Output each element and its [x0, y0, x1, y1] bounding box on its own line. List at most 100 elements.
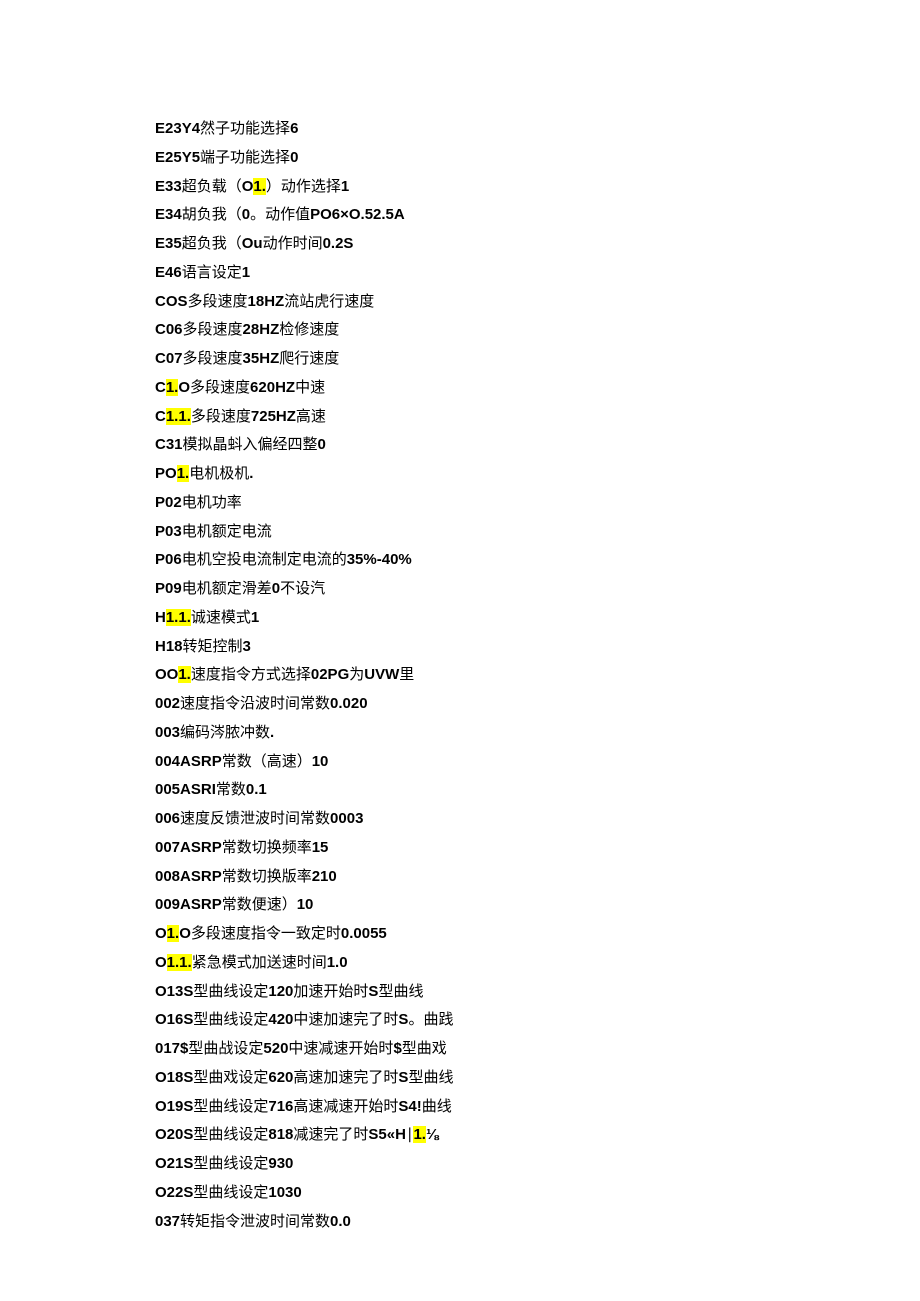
text-segment: P06 [155, 551, 182, 568]
text-line: O13S型曲线设定120加速开始时S型曲线 [155, 978, 920, 1007]
text-segment: PO [155, 465, 177, 482]
text-segment: O [155, 954, 167, 971]
text-segment: 检修速度 [279, 322, 339, 338]
text-segment: C [155, 379, 166, 396]
text-line: O20S型曲线设定818减速完了时S5«H∣1.⅛ [155, 1121, 920, 1150]
text-segment: 0.020 [330, 695, 368, 712]
document-content: E23Y4然子功能选择6E25Y5端子功能选择0E33超负载（O1.）动作选择1… [155, 115, 920, 1236]
text-line: 003编码涔脓冲数. [155, 719, 920, 748]
text-segment: 端子功能选择 [200, 150, 290, 166]
text-segment: 诚速模式 [191, 610, 251, 626]
text-line: O1.O多段速度指令一致定时0.0055 [155, 920, 920, 949]
text-line: E34胡负我（0。动作值PO6×O.52.5A [155, 201, 920, 230]
text-line: C06多段速度28HZ检修速度 [155, 316, 920, 345]
text-line: O18S型曲戏设定620高速加速完了时S型曲线 [155, 1064, 920, 1093]
text-segment: 型曲战设定 [188, 1041, 263, 1057]
text-segment: 然子功能选择 [200, 121, 290, 137]
text-segment: 420 [268, 1011, 293, 1028]
text-segment: UVW [364, 666, 399, 683]
text-segment: 0.1 [246, 781, 267, 798]
text-line: C1.1.多段速度725HZ高速 [155, 403, 920, 432]
text-segment: 520 [263, 1040, 288, 1057]
text-line: OO1.速度指令方式选择02PG为UVW里 [155, 661, 920, 690]
text-segment: 语言设定 [182, 265, 242, 281]
text-segment: 型曲戏设定 [193, 1070, 268, 1086]
text-segment: E35 [155, 235, 182, 252]
text-segment: . [270, 724, 274, 741]
text-line: PO1.电机极机. [155, 460, 920, 489]
text-segment: 速度反馈泄波时间常数 [180, 811, 330, 827]
text-line: E25Y5端子功能选择0 [155, 144, 920, 173]
text-segment: E33 [155, 178, 182, 195]
text-segment: 高速减速开始时 [293, 1099, 398, 1115]
text-segment: O21S [155, 1155, 193, 1172]
text-segment: . [249, 465, 253, 482]
text-segment: 常数 [216, 782, 246, 798]
text-segment: 1 [341, 178, 349, 195]
text-segment: 型曲线 [378, 984, 423, 1000]
text-segment: 减速完了时 [293, 1127, 368, 1143]
text-line: O22S型曲线设定1030 [155, 1179, 920, 1208]
text-segment: 1. [166, 379, 179, 396]
text-segment: 620 [268, 1069, 293, 1086]
text-segment: 高速 [296, 409, 326, 425]
text-segment: 型曲线设定 [193, 1156, 268, 1172]
text-segment: 中速 [295, 380, 325, 396]
text-segment: 电机极机 [189, 466, 249, 482]
text-line: E46语言设定1 [155, 259, 920, 288]
text-segment: 037 [155, 1213, 180, 1230]
text-line: E35超负我（Ou动作时间0.2S [155, 230, 920, 259]
text-segment: 不设汽 [280, 581, 325, 597]
text-segment: 930 [268, 1155, 293, 1172]
text-line: O19S型曲线设定716高速减速开始时S4!曲线 [155, 1093, 920, 1122]
text-line: P02电机功率 [155, 489, 920, 518]
text-segment: 009ASRP [155, 896, 222, 913]
text-segment: 。曲践 [408, 1012, 453, 1028]
text-segment: O [242, 178, 254, 195]
text-segment: 多段速度 [183, 351, 243, 367]
text-segment: P02 [155, 494, 182, 511]
text-segment: $ [393, 1040, 401, 1057]
text-segment: 电机空投电流制定电流的 [182, 552, 347, 568]
text-segment: 流站虎行速度 [284, 294, 374, 310]
text-segment: 0.2S [323, 235, 354, 252]
text-line: E23Y4然子功能选择6 [155, 115, 920, 144]
text-segment: 0 [318, 436, 326, 453]
text-line: 004ASRP常数（高速）10 [155, 748, 920, 777]
text-segment: S5«H [368, 1126, 406, 1143]
text-segment: 210 [312, 868, 337, 885]
text-segment: 007ASRP [155, 839, 222, 856]
text-segment: 超负我（ [182, 236, 242, 252]
text-segment: O20S [155, 1126, 193, 1143]
text-segment: 电机额定滑差 [182, 581, 272, 597]
text-line: 008ASRP常数切换版率210 [155, 863, 920, 892]
text-segment: O [178, 379, 190, 396]
text-line: 002速度指令沿波时间常数0.020 [155, 690, 920, 719]
text-segment: O16S [155, 1011, 193, 1028]
text-segment: 003 [155, 724, 180, 741]
text-line: C1.O多段速度620HZ中速 [155, 374, 920, 403]
text-segment: O [179, 925, 191, 942]
text-line: 017$型曲战设定520中速减速开始时$型曲戏 [155, 1035, 920, 1064]
text-segment: ）动作选择 [266, 179, 341, 195]
text-segment: S4! [398, 1098, 421, 1115]
text-line: 005ASRI常数0.1 [155, 776, 920, 805]
text-segment: 1. [253, 178, 266, 195]
text-segment: O [155, 925, 167, 942]
text-segment: 620HZ [250, 379, 295, 396]
text-segment: H18 [155, 638, 183, 655]
text-segment: C [155, 408, 166, 425]
text-segment: 型曲线设定 [193, 1127, 268, 1143]
text-segment: 005ASRI [155, 781, 216, 798]
text-line: P06电机空投电流制定电流的35%-40% [155, 546, 920, 575]
text-line: O21S型曲线设定930 [155, 1150, 920, 1179]
text-segment: 004ASRP [155, 753, 222, 770]
text-segment: 002 [155, 695, 180, 712]
text-segment: 1. [178, 666, 191, 683]
text-segment: C31 [155, 436, 183, 453]
text-segment: 胡负我（ [182, 207, 242, 223]
text-line: 006速度反馈泄波时间常数0003 [155, 805, 920, 834]
text-segment: 1. [167, 925, 180, 942]
text-segment: 常数切换频率 [222, 840, 312, 856]
text-segment: 10 [297, 896, 314, 913]
